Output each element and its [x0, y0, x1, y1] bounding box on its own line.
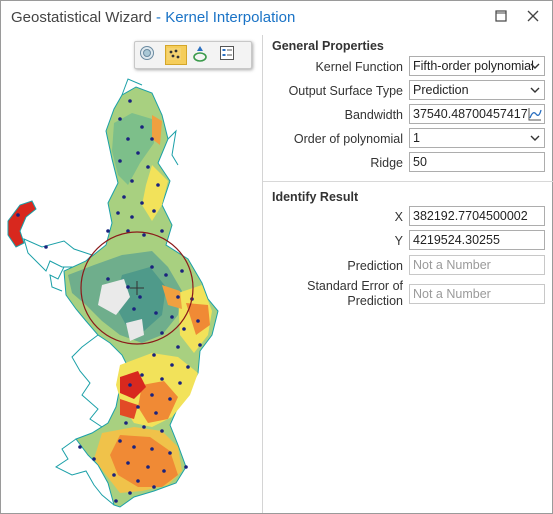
standard-error-label: Standard Error of Prediction [307, 279, 403, 308]
output-surface-type-select[interactable]: Prediction [409, 80, 545, 100]
legend-button[interactable] [219, 45, 241, 65]
standard-error-value: Not a Number [413, 287, 491, 301]
chevron-down-icon [530, 63, 540, 69]
legend-icon [220, 46, 234, 60]
kernel-function-select[interactable]: Fifth-order polynomial [409, 56, 545, 76]
close-icon [527, 10, 539, 22]
title-bar: Geostatistical Wizard - Kernel Interpola… [1, 1, 552, 35]
kernel-function-value: Fifth-order polynomial [413, 59, 534, 73]
map-toolbar [134, 41, 252, 69]
section-divider [263, 181, 553, 182]
y-coordinate-value: 4219524.30255 [413, 233, 500, 247]
ridge-input[interactable]: 50 [409, 152, 545, 172]
map-preview[interactable] [2, 35, 261, 513]
prediction-field: Not a Number [409, 255, 545, 275]
surface-button[interactable] [191, 45, 213, 65]
close-button[interactable] [517, 3, 549, 29]
order-of-polynomial-value: 1 [413, 131, 420, 145]
interpolation-surface-map[interactable] [2, 35, 261, 513]
order-of-polynomial-select[interactable]: 1 [409, 128, 545, 148]
geostatistical-wizard-window: Geostatistical Wizard - Kernel Interpola… [0, 0, 553, 514]
order-of-polynomial-label: Order of polynomial [293, 132, 403, 146]
prediction-value: Not a Number [413, 258, 491, 272]
prediction-label: Prediction [347, 259, 403, 273]
maximize-icon [495, 10, 507, 22]
chevron-down-icon [530, 135, 540, 141]
x-coordinate-field[interactable]: 382192.7704500002 [409, 206, 545, 226]
general-properties-heading: General Properties [272, 39, 384, 53]
maximize-button[interactable] [485, 3, 517, 29]
ridge-value: 50 [413, 155, 427, 169]
y-label: Y [394, 234, 403, 248]
output-surface-type-value: Prediction [413, 83, 469, 97]
identify-result-heading: Identify Result [272, 190, 359, 204]
window-title-method: - Kernel Interpolation [156, 9, 296, 26]
x-label: X [394, 210, 403, 224]
standard-error-field: Not a Number [409, 284, 545, 304]
properties-pane: General Properties Kernel Function Fifth… [263, 35, 553, 513]
ridge-label: Ridge [370, 156, 403, 170]
y-coordinate-field[interactable]: 4219524.30255 [409, 230, 545, 250]
x-coordinate-value: 382192.7704500002 [413, 209, 528, 223]
bandwidth-label: Bandwidth [344, 108, 403, 122]
bandwidth-value: 37540.48700457417 [413, 107, 528, 121]
optimize-bandwidth-icon[interactable] [528, 107, 542, 121]
chevron-down-icon [530, 87, 540, 93]
window-title: Geostatistical Wizard - Kernel Interpola… [11, 9, 295, 26]
surface-icon [193, 46, 207, 62]
output-surface-type-label: Output Surface Type [288, 84, 403, 98]
points-layer-button[interactable] [165, 45, 187, 65]
kernel-function-label: Kernel Function [315, 60, 403, 74]
bandwidth-input[interactable]: 37540.48700457417 [409, 104, 545, 124]
points-layer-icon [167, 48, 181, 60]
globe-button[interactable] [139, 45, 161, 65]
window-title-main: Geostatistical Wizard [11, 9, 152, 26]
globe-icon [140, 46, 154, 60]
